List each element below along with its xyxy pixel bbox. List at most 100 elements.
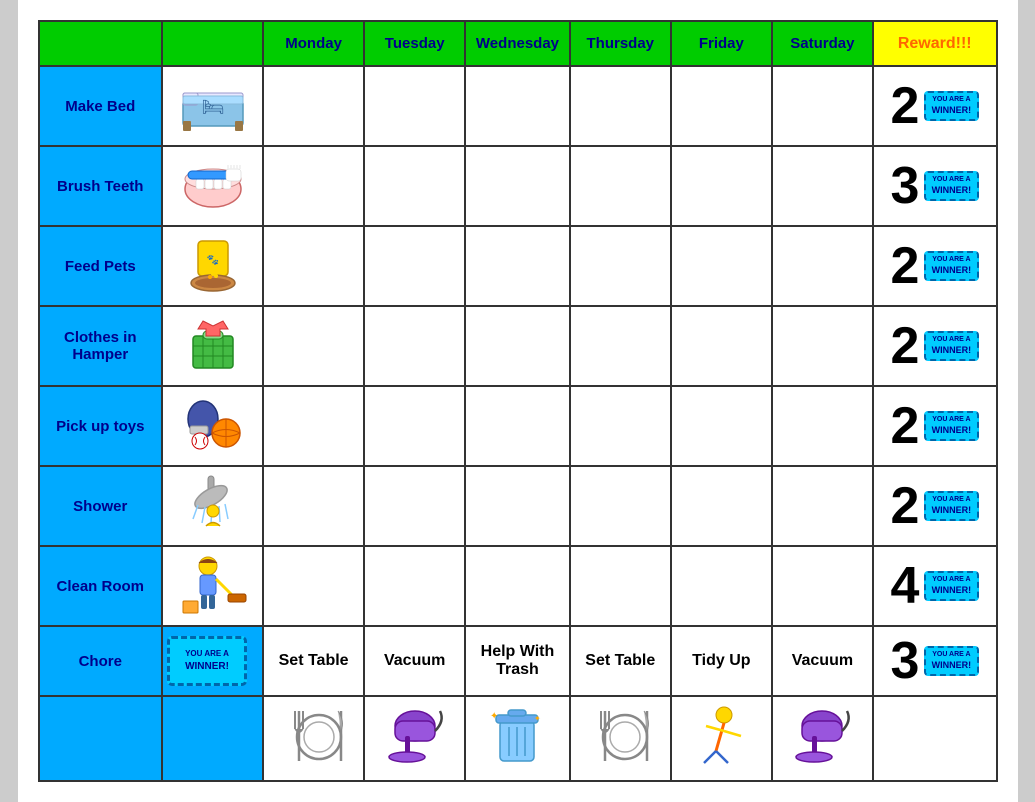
- last-tuesday-icon: [364, 696, 465, 781]
- tuesday-clean-room: [364, 546, 465, 626]
- row-pick-up-toys: Pick up toys: [39, 386, 997, 466]
- row-make-bed: Make Bed 🛏: [39, 66, 997, 146]
- reward-number-pick-up-toys: 2: [891, 396, 920, 456]
- reward-number-clean-room: 4: [891, 556, 920, 616]
- monday-make-bed: [263, 66, 364, 146]
- saturday-feed-pets: [772, 226, 873, 306]
- saturday-shower: [772, 466, 873, 546]
- tuesday-pick-up-toys: [364, 386, 465, 466]
- header-row: Monday Tuesday Wednesday Thursday Friday…: [39, 21, 997, 66]
- last-thursday-icon: [570, 696, 671, 781]
- row-shower: Shower: [39, 466, 997, 546]
- thursday-clothes-hamper: [570, 306, 671, 386]
- last-label: [39, 696, 163, 781]
- header-reward: Reward!!!: [873, 21, 997, 66]
- chore-wednesday: Help With Trash: [465, 626, 570, 696]
- reward-feed-pets: 2 YOU ARE A WINNER!: [873, 226, 997, 306]
- svg-text:🛏: 🛏: [201, 97, 224, 117]
- reward-pick-up-toys: 2 YOU ARE A WINNER!: [873, 386, 997, 466]
- label-brush-teeth: Brush Teeth: [39, 146, 163, 226]
- saturday-clean-room: [772, 546, 873, 626]
- chore-monday: Set Table: [263, 626, 364, 696]
- thursday-pick-up-toys: [570, 386, 671, 466]
- reward-number-shower: 2: [891, 476, 920, 536]
- svg-text:🐾: 🐾: [206, 254, 218, 266]
- ticket-brush-teeth: YOU ARE A WINNER!: [924, 171, 979, 200]
- row-last-icons: ✦ ✦: [39, 696, 997, 781]
- label-chore: Chore: [39, 626, 163, 696]
- chore-tuesday: Vacuum: [364, 626, 465, 696]
- header-friday: Friday: [671, 21, 772, 66]
- saturday-clothes-hamper: [772, 306, 873, 386]
- last-wednesday-icon: ✦ ✦: [465, 696, 570, 781]
- friday-pick-up-toys: [671, 386, 772, 466]
- ticket-feed-pets: YOU ARE A WINNER!: [924, 251, 979, 280]
- monday-clothes-hamper: [263, 306, 364, 386]
- icon-make-bed: 🛏: [162, 66, 263, 146]
- tuesday-shower: [364, 466, 465, 546]
- tuesday-brush-teeth: [364, 146, 465, 226]
- row-feed-pets: Feed Pets 🐾: [39, 226, 997, 306]
- thursday-make-bed: [570, 66, 671, 146]
- friday-clothes-hamper: [671, 306, 772, 386]
- last-saturday-icon: [772, 696, 873, 781]
- row-chore: Chore YOU ARE A WINNER! Set Table Vacuum…: [39, 626, 997, 696]
- chore-thursday: Set Table: [570, 626, 671, 696]
- chore-ticket-big: YOU ARE A WINNER!: [167, 636, 247, 686]
- saturday-pick-up-toys: [772, 386, 873, 466]
- reward-shower: 2 YOU ARE A WINNER!: [873, 466, 997, 546]
- ticket-chore: YOU ARE A WINNER!: [924, 646, 979, 675]
- friday-clean-room: [671, 546, 772, 626]
- svg-text:✦: ✦: [490, 711, 498, 722]
- chore-ticket-cell: YOU ARE A WINNER!: [162, 626, 263, 696]
- label-feed-pets: Feed Pets: [39, 226, 163, 306]
- icon-brush-teeth: [162, 146, 263, 226]
- friday-feed-pets: [671, 226, 772, 306]
- reward-number-make-bed: 2: [891, 76, 920, 136]
- row-clean-room: Clean Room: [39, 546, 997, 626]
- chore-friday: Tidy Up: [671, 626, 772, 696]
- wednesday-shower: [465, 466, 570, 546]
- ticket-shower: YOU ARE A WINNER!: [924, 491, 979, 520]
- row-clothes-hamper: Clothes in Hamper: [39, 306, 997, 386]
- ticket-make-bed: YOU ARE A WINNER!: [924, 91, 979, 120]
- chore-chart-table: Monday Tuesday Wednesday Thursday Friday…: [38, 20, 998, 782]
- last-reward-empty: [873, 696, 997, 781]
- monday-shower: [263, 466, 364, 546]
- reward-number-brush-teeth: 3: [891, 156, 920, 216]
- wednesday-feed-pets: [465, 226, 570, 306]
- reward-number-feed-pets: 2: [891, 236, 920, 296]
- saturday-make-bed: [772, 66, 873, 146]
- chore-saturday: Vacuum: [772, 626, 873, 696]
- label-clean-room: Clean Room: [39, 546, 163, 626]
- monday-feed-pets: [263, 226, 364, 306]
- wednesday-clean-room: [465, 546, 570, 626]
- ticket-clean-room: YOU ARE A WINNER!: [924, 571, 979, 600]
- thursday-feed-pets: [570, 226, 671, 306]
- header-icon-label: [162, 21, 263, 66]
- monday-clean-room: [263, 546, 364, 626]
- wednesday-pick-up-toys: [465, 386, 570, 466]
- last-icon-placeholder: [162, 696, 263, 781]
- label-pick-up-toys: Pick up toys: [39, 386, 163, 466]
- header-wednesday: Wednesday: [465, 21, 570, 66]
- header-monday: Monday: [263, 21, 364, 66]
- label-clothes-hamper: Clothes in Hamper: [39, 306, 163, 386]
- tuesday-clothes-hamper: [364, 306, 465, 386]
- wednesday-brush-teeth: [465, 146, 570, 226]
- row-brush-teeth: Brush Teeth: [39, 146, 997, 226]
- chore-chart-page: Monday Tuesday Wednesday Thursday Friday…: [18, 0, 1018, 802]
- ticket-pick-up-toys: YOU ARE A WINNER!: [924, 411, 979, 440]
- icon-shower: [162, 466, 263, 546]
- reward-number-clothes-hamper: 2: [891, 316, 920, 376]
- friday-make-bed: [671, 66, 772, 146]
- header-chore-label: [39, 21, 163, 66]
- icon-clean-room: [162, 546, 263, 626]
- reward-clean-room: 4 YOU ARE A WINNER!: [873, 546, 997, 626]
- label-shower: Shower: [39, 466, 163, 546]
- wednesday-clothes-hamper: [465, 306, 570, 386]
- tuesday-feed-pets: [364, 226, 465, 306]
- header-saturday: Saturday: [772, 21, 873, 66]
- monday-pick-up-toys: [263, 386, 364, 466]
- reward-make-bed: 2 YOU ARE A WINNER!: [873, 66, 997, 146]
